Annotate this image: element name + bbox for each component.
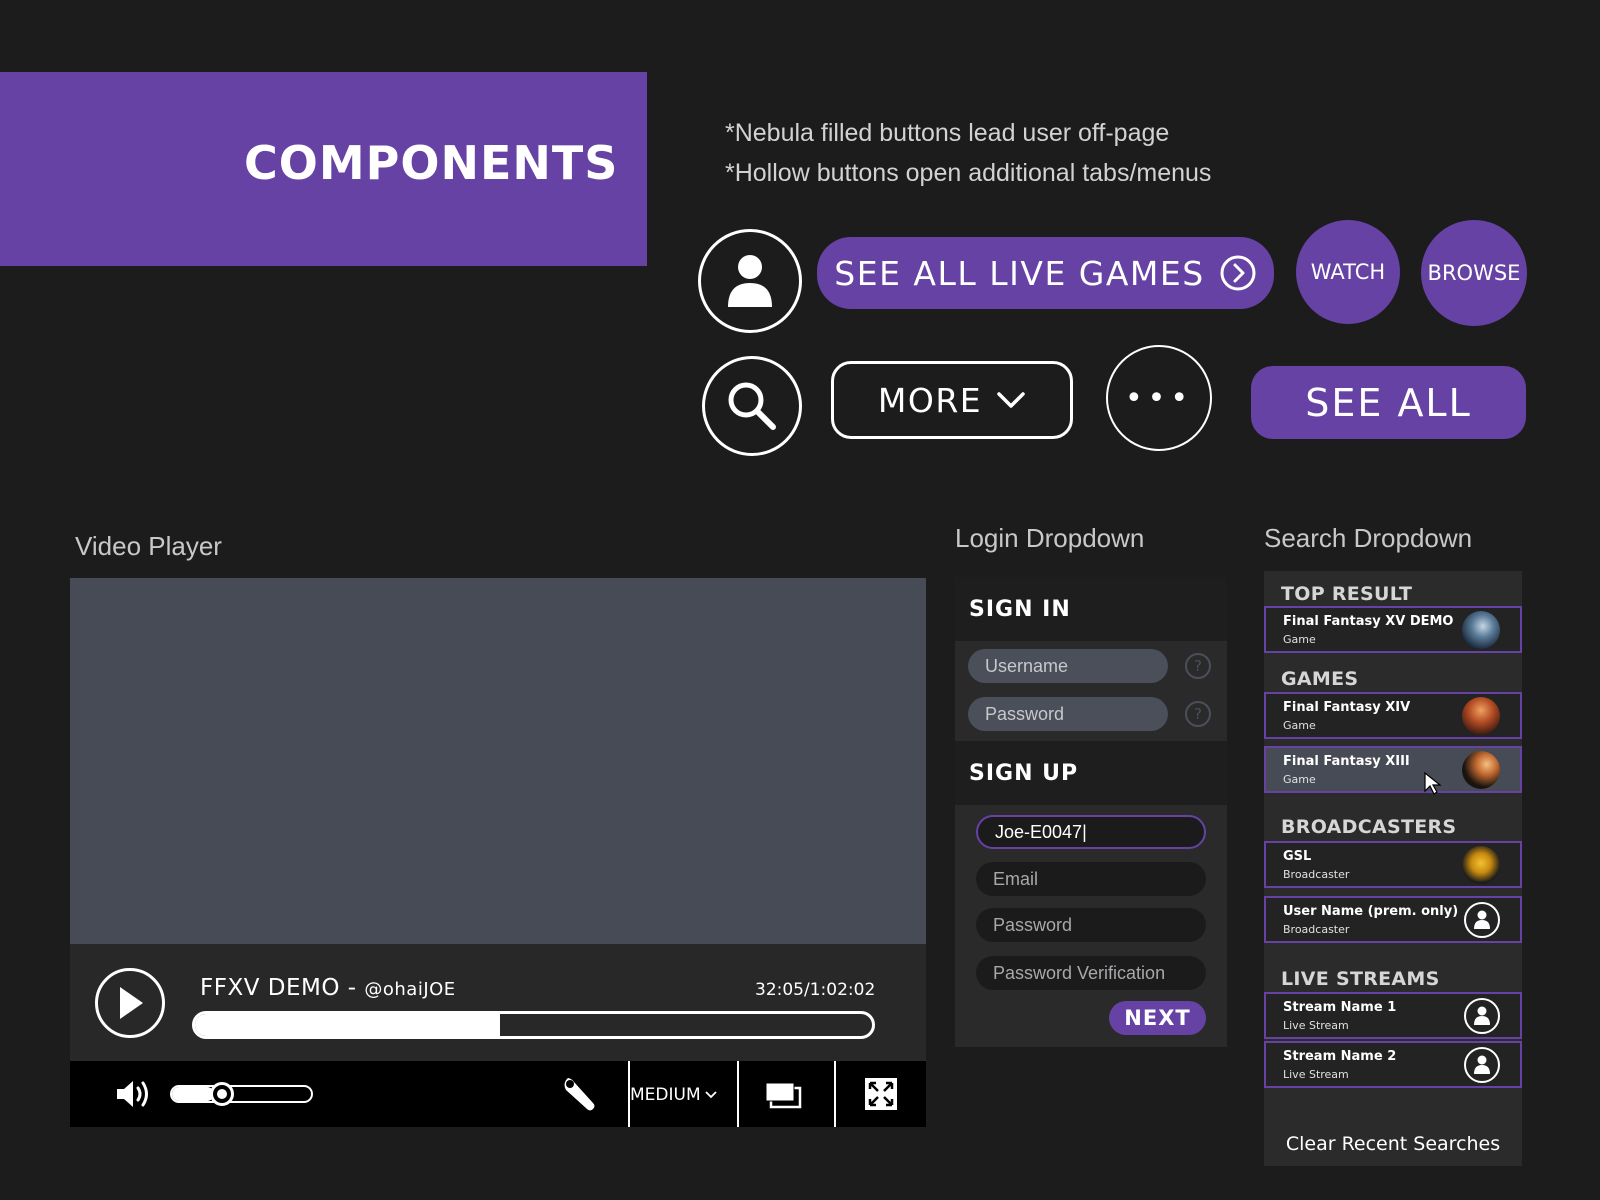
- sign-in-password-field[interactable]: Password: [968, 697, 1168, 731]
- user-icon: [728, 255, 772, 307]
- sign-up-username-field[interactable]: Joe-E0047|: [976, 815, 1206, 849]
- note-filled-buttons: *Nebula filled buttons lead user off-pag…: [725, 119, 1170, 147]
- result-name: User Name (prem. only): [1283, 904, 1459, 919]
- search-result-item[interactable]: Final Fantasy XIII Game: [1264, 746, 1522, 795]
- fullscreen-button[interactable]: [864, 1077, 898, 1115]
- live-streams-heading: LIVE STREAMS: [1281, 968, 1440, 990]
- browse-label: BROWSE: [1427, 261, 1521, 285]
- game-thumbnail: [1462, 697, 1500, 735]
- watch-label: WATCH: [1310, 260, 1386, 284]
- top-result-heading: TOP RESULT: [1281, 583, 1413, 605]
- result-name: Final Fantasy XV DEMO: [1283, 614, 1454, 629]
- search-result-item[interactable]: Final Fantasy XV DEMO Game: [1264, 606, 1522, 653]
- volume-fill: [172, 1087, 214, 1101]
- search-result-item[interactable]: Stream Name 1 Live Stream: [1264, 992, 1522, 1039]
- result-type: Game: [1283, 633, 1316, 646]
- next-button[interactable]: NEXT: [1109, 1001, 1206, 1035]
- progress-bar[interactable]: [192, 1011, 875, 1039]
- password-field[interactable]: Password: [976, 908, 1206, 942]
- clear-recent-searches-button[interactable]: Clear Recent Searches: [1264, 1133, 1522, 1155]
- mouse-cursor-icon: [1424, 771, 1442, 795]
- search-dropdown-label: Search Dropdown: [1264, 523, 1473, 553]
- see-all-label: SEE ALL: [1305, 380, 1472, 425]
- user-button[interactable]: [698, 229, 802, 333]
- result-name: GSL: [1283, 849, 1312, 864]
- see-all-live-games-button[interactable]: SEE ALL LIVE GAMES: [817, 237, 1274, 309]
- video-time: 32:05/1:02:02: [755, 980, 876, 1000]
- see-all-button[interactable]: SEE ALL: [1251, 366, 1526, 439]
- login-dropdown-label: Login Dropdown: [955, 523, 1145, 553]
- user-avatar-icon: [1464, 1047, 1500, 1083]
- play-button[interactable]: [95, 968, 165, 1038]
- result-type: Game: [1283, 773, 1316, 786]
- more-button[interactable]: MORE: [831, 361, 1073, 439]
- video-screen[interactable]: [70, 578, 926, 944]
- volume-icon: [117, 1081, 148, 1107]
- watch-button[interactable]: WATCH: [1296, 220, 1400, 324]
- browse-button[interactable]: BROWSE: [1421, 220, 1527, 326]
- chevron-right-circle-icon: [1220, 255, 1256, 291]
- broadcasters-heading: BROADCASTERS: [1281, 816, 1457, 838]
- volume-button[interactable]: [115, 1078, 153, 1114]
- fullscreen-icon: [865, 1078, 897, 1110]
- video-info-bar: [70, 944, 926, 1061]
- result-name: Stream Name 1: [1283, 1000, 1397, 1015]
- result-name: Final Fantasy XIII: [1283, 754, 1410, 769]
- control-divider: [737, 1061, 739, 1127]
- sign-up-heading: SIGN UP: [955, 741, 1227, 805]
- video-player-label: Video Player: [75, 531, 222, 561]
- result-name: Stream Name 2: [1283, 1049, 1397, 1064]
- volume-slider-handle[interactable]: [210, 1082, 234, 1106]
- login-dropdown: SIGN IN Username ? Password ? SIGN UP Jo…: [955, 577, 1227, 1047]
- result-name: Final Fantasy XIV: [1283, 700, 1411, 715]
- progress-fill: [195, 1014, 500, 1036]
- games-heading: GAMES: [1281, 668, 1359, 690]
- search-result-item[interactable]: User Name (prem. only) Broadcaster: [1264, 896, 1522, 943]
- video-title: FFXV DEMO - @ohaiJOE: [200, 975, 456, 1001]
- quality-value: MEDIUM: [630, 1085, 701, 1105]
- more-label: MORE: [877, 380, 983, 420]
- control-divider: [834, 1061, 836, 1127]
- chevron-down-icon: [704, 1091, 717, 1099]
- volume-slider[interactable]: [170, 1085, 313, 1103]
- user-avatar-icon: [1464, 902, 1500, 938]
- see-all-live-games-label: SEE ALL LIVE GAMES: [834, 253, 1205, 293]
- ellipsis-icon: •••: [1124, 380, 1194, 416]
- settings-button[interactable]: [562, 1076, 598, 1116]
- page-title: COMPONENTS: [244, 136, 619, 190]
- quality-select[interactable]: MEDIUM: [630, 1085, 717, 1105]
- theater-mode-icon: [765, 1082, 802, 1109]
- more-options-button[interactable]: •••: [1106, 345, 1212, 451]
- note-hollow-buttons: *Hollow buttons open additional tabs/men…: [725, 159, 1212, 187]
- play-icon: [120, 987, 143, 1019]
- video-channel-user[interactable]: @ohaiJOE: [364, 979, 455, 1000]
- user-avatar-icon: [1464, 998, 1500, 1034]
- result-type: Live Stream: [1283, 1068, 1349, 1081]
- result-type: Game: [1283, 719, 1316, 732]
- result-type: Live Stream: [1283, 1019, 1349, 1032]
- sign-in-heading: SIGN IN: [955, 577, 1227, 641]
- wrench-icon: [564, 1078, 595, 1111]
- game-thumbnail: [1462, 611, 1500, 649]
- search-icon: [728, 382, 776, 430]
- search-result-item[interactable]: Stream Name 2 Live Stream: [1264, 1041, 1522, 1088]
- sign-in-username-field[interactable]: Username: [968, 649, 1168, 683]
- email-field[interactable]: Email: [976, 862, 1206, 896]
- result-type: Broadcaster: [1283, 868, 1350, 881]
- help-icon[interactable]: ?: [1185, 653, 1211, 679]
- search-result-item[interactable]: GSL Broadcaster: [1264, 841, 1522, 888]
- video-title-text: FFXV DEMO -: [200, 975, 365, 1001]
- search-result-item[interactable]: Final Fantasy XIV Game: [1264, 692, 1522, 739]
- search-dropdown: TOP RESULT Final Fantasy XV DEMO Game GA…: [1264, 571, 1522, 1166]
- result-type: Broadcaster: [1283, 923, 1350, 936]
- theater-mode-button[interactable]: [764, 1081, 802, 1113]
- search-button[interactable]: [702, 356, 802, 456]
- game-thumbnail: [1462, 751, 1500, 789]
- password-verification-field[interactable]: Password Verification: [976, 956, 1206, 990]
- help-icon[interactable]: ?: [1185, 701, 1211, 727]
- broadcaster-logo: [1462, 846, 1500, 884]
- chevron-down-icon: [997, 392, 1025, 408]
